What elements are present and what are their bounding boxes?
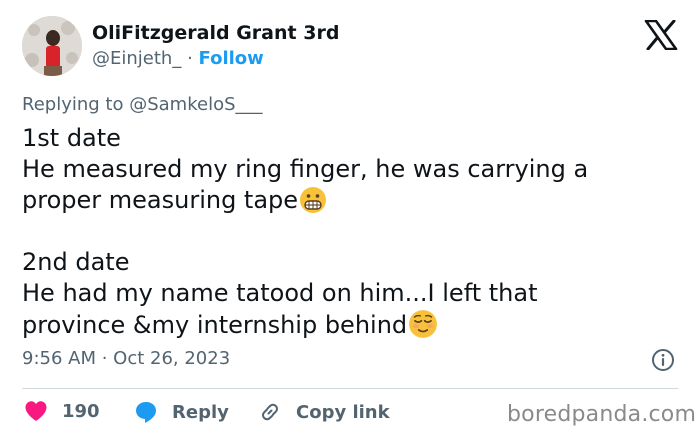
tweet-line-1: 1st date: [22, 124, 121, 152]
reply-mention-link[interactable]: @SamkeloS___: [129, 94, 262, 115]
tweet-card: OliFitzgerald Grant 3rd @Einjeth_ · Foll…: [0, 0, 700, 440]
reply-label: Reply: [172, 401, 229, 423]
follow-button[interactable]: Follow: [199, 48, 264, 69]
replying-to-line: Replying to @SamkeloS___: [22, 94, 263, 115]
x-logo-icon[interactable]: [644, 19, 678, 51]
reply-button[interactable]: Reply: [134, 400, 229, 424]
tweet-text: 1st date He measured my ring finger, he …: [22, 123, 682, 340]
tweet-line-4: 2nd date: [22, 248, 130, 276]
author-name[interactable]: OliFitzgerald Grant 3rd: [92, 22, 339, 44]
watermark: boredpanda.com: [507, 402, 697, 427]
tweet-line-6: province &my internship behind: [22, 311, 408, 339]
author-handle-row: @Einjeth_ · Follow: [92, 48, 264, 69]
like-button[interactable]: 190: [24, 400, 100, 422]
avatar[interactable]: [22, 16, 82, 76]
replying-prefix: Replying to: [22, 94, 124, 115]
separator: ·: [187, 48, 193, 69]
tweet-line-6-wrap: province &my internship behind: [22, 309, 682, 340]
tweet-line-3: proper measuring tape: [22, 186, 299, 214]
like-count: 190: [62, 400, 100, 422]
copy-link-label: Copy link: [296, 401, 390, 423]
reply-bubble-icon: [136, 402, 156, 423]
tweet-line-2: He measured my ring finger, he was carry…: [22, 155, 589, 183]
copy-link-button[interactable]: Copy link: [258, 400, 390, 424]
heart-icon: [25, 401, 47, 421]
divider: [22, 388, 678, 389]
tweet-line-5: He had my name tatood on him...I left th…: [22, 279, 538, 307]
info-icon[interactable]: [651, 348, 675, 372]
tweet-line-3-wrap: proper measuring tape: [22, 185, 682, 216]
link-icon: [262, 403, 278, 421]
tweet-timestamp[interactable]: 9:56 AM · Oct 26, 2023: [22, 348, 230, 369]
author-handle[interactable]: @Einjeth_: [92, 48, 181, 69]
grimacing-face-emoji-icon: [299, 186, 327, 222]
relieved-face-emoji-icon: [408, 309, 438, 347]
